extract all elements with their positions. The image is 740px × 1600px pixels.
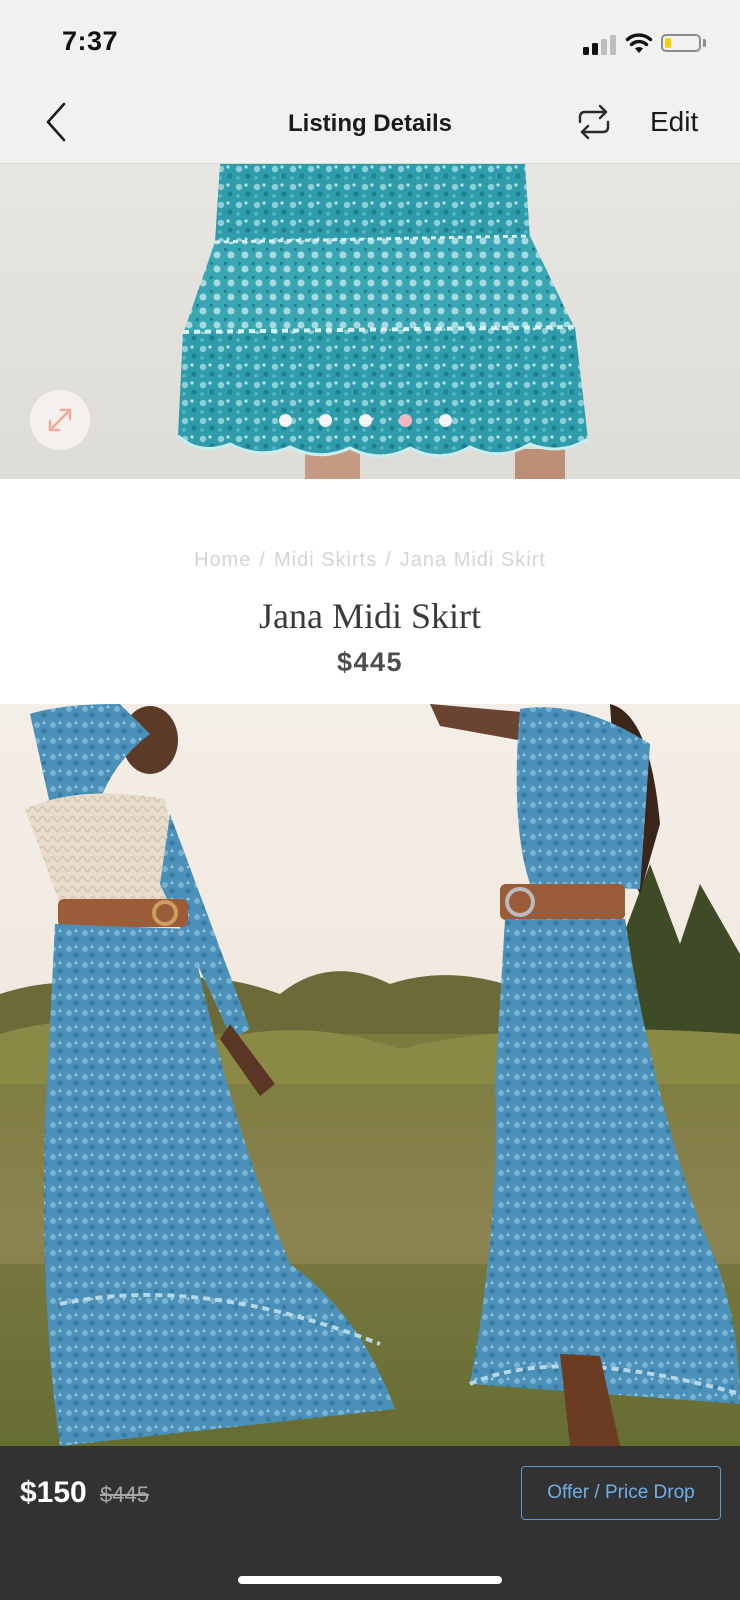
wifi-icon [624, 31, 654, 60]
carousel-dot[interactable] [439, 414, 452, 427]
breadcrumb: Home / Midi Skirts / Jana Midi Skirt [0, 549, 740, 572]
product-info: Home / Midi Skirts / Jana Midi Skirt Jana Mi… [0, 479, 740, 704]
breadcrumb-separator: / [385, 549, 392, 571]
original-price: $445 [100, 1482, 149, 1507]
lifestyle-photo [0, 704, 740, 1446]
repeat-share-icon [578, 104, 610, 140]
product-photo [176, 164, 589, 479]
status-time: 7:37 [62, 26, 119, 56]
breadcrumb-item-category[interactable]: Midi Skirts [274, 549, 377, 571]
battery-level-fill [665, 38, 671, 48]
cellular-signal-icon [583, 33, 617, 55]
photo-carousel[interactable] [0, 164, 740, 479]
edit-button[interactable]: Edit [650, 106, 698, 138]
page-title: Listing Details [287, 110, 453, 137]
carousel-dot[interactable] [359, 414, 372, 427]
product-price: $445 [336, 647, 404, 677]
navigation-bar: Listing Details Edit [0, 82, 740, 164]
battery-cap [703, 39, 706, 47]
offer-price-drop-button[interactable]: Offer / Price Drop [521, 1466, 721, 1520]
home-indicator[interactable] [238, 1576, 502, 1584]
sale-price: $150 [20, 1476, 87, 1509]
expand-arrows-icon [48, 408, 72, 432]
battery-low-icon [661, 34, 701, 52]
breadcrumb-item-product: Jana Midi Skirt [399, 549, 546, 571]
purchase-bar: $150 $445 Offer / Price Drop [0, 1446, 740, 1600]
breadcrumb-separator: / [259, 549, 266, 571]
breadcrumb-item-home[interactable]: Home [194, 549, 251, 571]
product-title: Jana Midi Skirt [259, 596, 481, 636]
carousel-page-indicator[interactable] [279, 414, 479, 428]
share-button[interactable] [574, 102, 618, 146]
carousel-dot[interactable] [279, 414, 292, 427]
carousel-dot[interactable] [399, 414, 412, 427]
expand-photo-button[interactable] [30, 390, 90, 450]
status-bar: 7:37 [0, 0, 740, 82]
carousel-dot[interactable] [319, 414, 332, 427]
